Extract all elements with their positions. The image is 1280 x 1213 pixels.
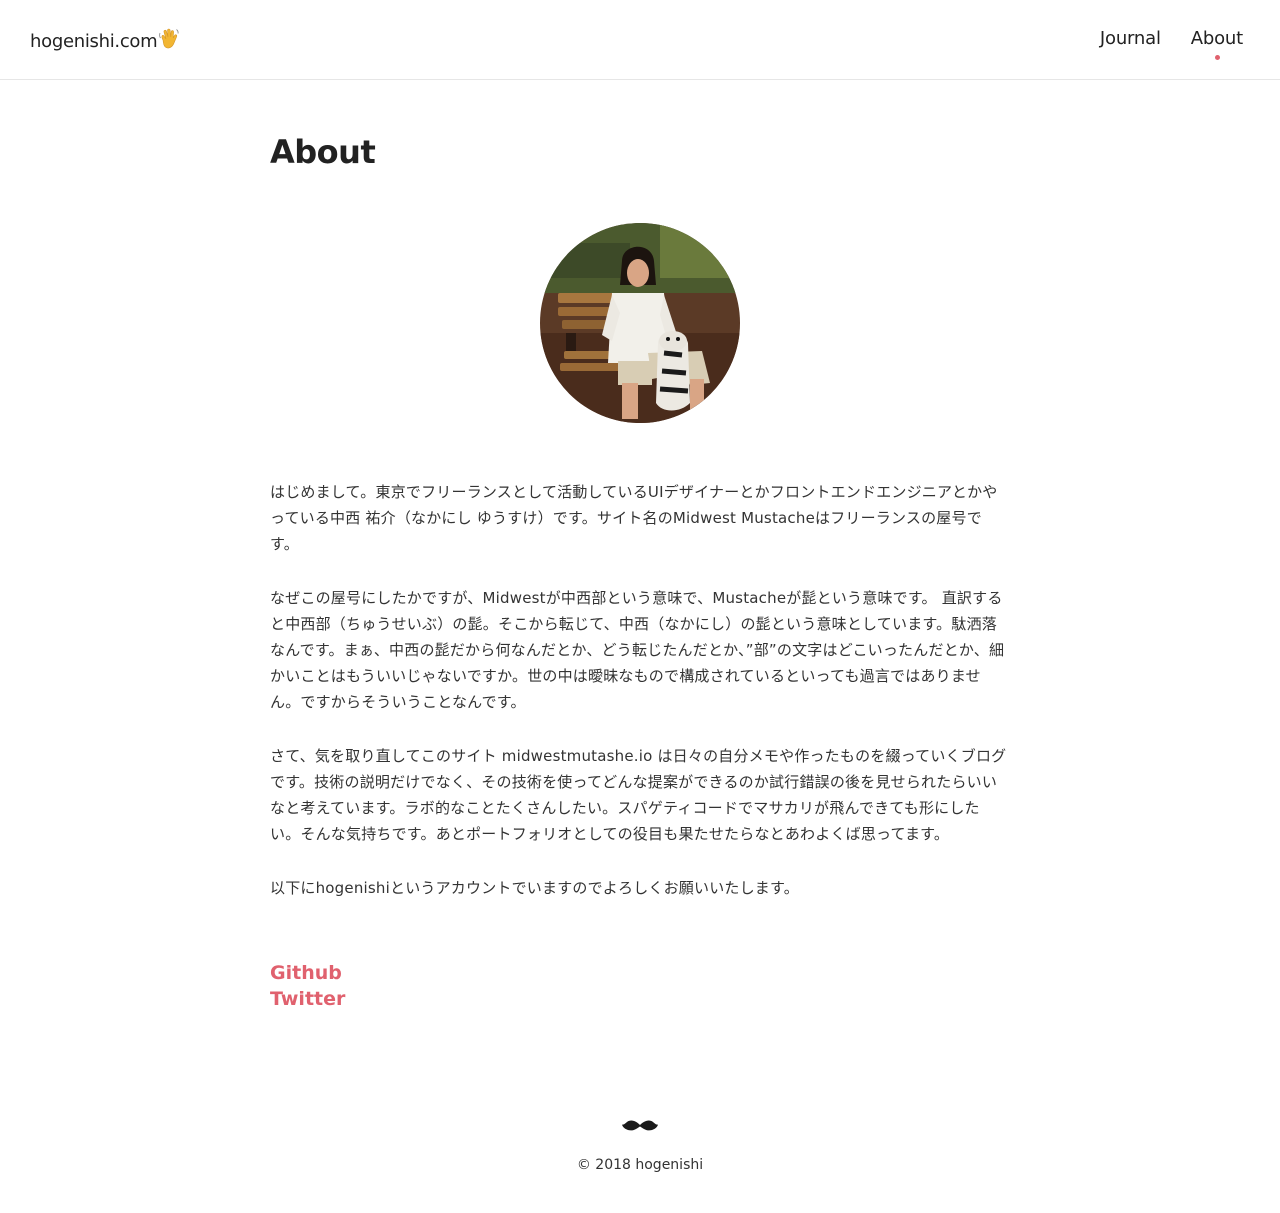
copyright-text: © 2018 hogenishi	[576, 1157, 704, 1173]
brand-name: hogenishi.com	[30, 31, 158, 52]
site-purpose-paragraph: さて、気を取り直してこのサイト midwestmutashe.io は日々の自分…	[270, 747, 1007, 843]
waving-hand-icon	[159, 28, 179, 55]
github-link[interactable]: Github	[270, 960, 345, 986]
twitter-link[interactable]: Twitter	[270, 986, 345, 1012]
intro-paragraph: はじめまして。東京でフリーランスとして活動しているUIデザイナーとかフロントエン…	[270, 483, 998, 553]
name-origin-paragraph: なぜこの屋号にしたかですが、Midwestが中西部という意味で、Mustache…	[270, 589, 1005, 711]
site-footer: © 2018 hogenishi	[0, 1118, 1280, 1173]
profile-photo	[540, 223, 740, 423]
mustache-icon	[622, 1118, 658, 1137]
nav-about-label: About	[1190, 28, 1243, 49]
brand-link[interactable]: hogenishi.com	[30, 28, 179, 55]
nav-about[interactable]: About	[1190, 28, 1243, 60]
main-nav: Journal About	[1100, 28, 1243, 60]
about-body: はじめまして。東京でフリーランスとして活動しているUIデザイナーとかフロントエン…	[270, 479, 1010, 901]
site-header: hogenishi.com Journal About	[0, 0, 1280, 80]
active-indicator-dot	[1214, 55, 1220, 60]
social-links: Github Twitter	[270, 960, 345, 1012]
nav-journal[interactable]: Journal	[1100, 28, 1161, 49]
account-paragraph: 以下にhogenishiというアカウントでいますのでよろしくお願いいたします。	[270, 879, 799, 897]
page-title: About	[270, 133, 376, 171]
